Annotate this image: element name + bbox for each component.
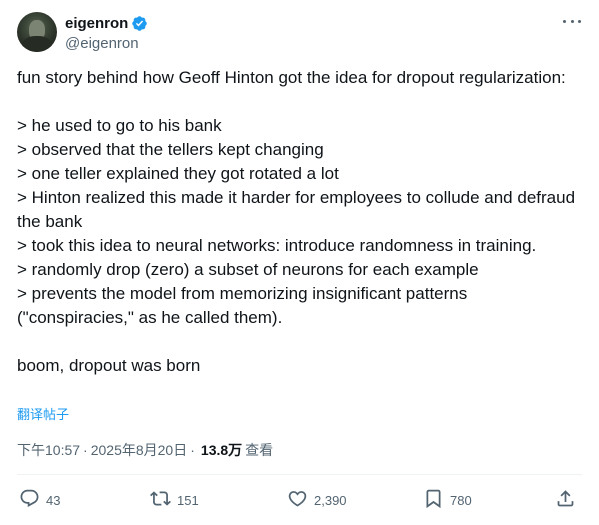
reply-icon [19, 488, 40, 512]
tweet-line: > randomly drop (zero) a subset of neuro… [17, 260, 479, 279]
meta-separator: · [190, 442, 195, 458]
author-handle[interactable]: @eigenron [65, 35, 148, 52]
tweet-line: > one teller explained they got rotated … [17, 164, 339, 183]
retweet-count: 151 [177, 492, 199, 508]
bookmark-icon [423, 488, 444, 512]
display-name[interactable]: eigenron [65, 15, 128, 32]
tweet-date[interactable]: 2025年8月20日 [91, 440, 188, 460]
tweet-card: eigenron @eigenron fun story behind how … [0, 0, 599, 525]
like-icon [287, 488, 308, 512]
avatar-body [22, 36, 52, 52]
reply-count: 43 [46, 492, 61, 508]
like-button[interactable]: 2,390 [287, 485, 347, 515]
retweet-button[interactable]: 151 [150, 485, 199, 515]
author-names: eigenron @eigenron [65, 13, 148, 52]
views-count[interactable]: 13.8万 [201, 440, 242, 460]
retweet-icon [150, 488, 171, 512]
like-count: 2,390 [314, 492, 347, 508]
tweet-line: boom, dropout was born [17, 356, 201, 375]
tweet-line: > Hinton realized this made it harder fo… [17, 188, 576, 231]
display-name-row: eigenron [65, 13, 148, 33]
views-label[interactable]: 查看 [245, 440, 273, 460]
action-bar: 43 151 2,390 780 [17, 485, 582, 515]
bookmark-button[interactable]: 780 [423, 485, 472, 515]
tweet-line: > observed that the tellers kept changin… [17, 140, 324, 159]
meta-separator: · [83, 442, 88, 458]
tweet-text: fun story behind how Geoff Hinton got th… [17, 66, 582, 378]
tweet-meta: 下午10:57 · 2025年8月20日 · 13.8万 查看 [17, 440, 273, 460]
more-icon[interactable] [563, 16, 581, 26]
tweet-line: > took this idea to neural networks: int… [17, 236, 537, 255]
tweet-time[interactable]: 下午10:57 [17, 440, 80, 460]
bookmark-count: 780 [450, 492, 472, 508]
tweet-header: eigenron @eigenron [17, 12, 587, 54]
tweet-line: > he used to go to his bank [17, 116, 222, 135]
divider [17, 474, 582, 475]
avatar[interactable] [17, 12, 57, 52]
share-button[interactable] [555, 485, 576, 515]
share-icon [555, 488, 576, 512]
verified-badge-icon[interactable] [131, 15, 148, 32]
reply-button[interactable]: 43 [19, 485, 60, 515]
tweet-line: fun story behind how Geoff Hinton got th… [17, 68, 566, 87]
translate-post-link[interactable]: 翻译帖子 [17, 404, 69, 423]
tweet-line: > prevents the model from memorizing ins… [17, 284, 468, 327]
